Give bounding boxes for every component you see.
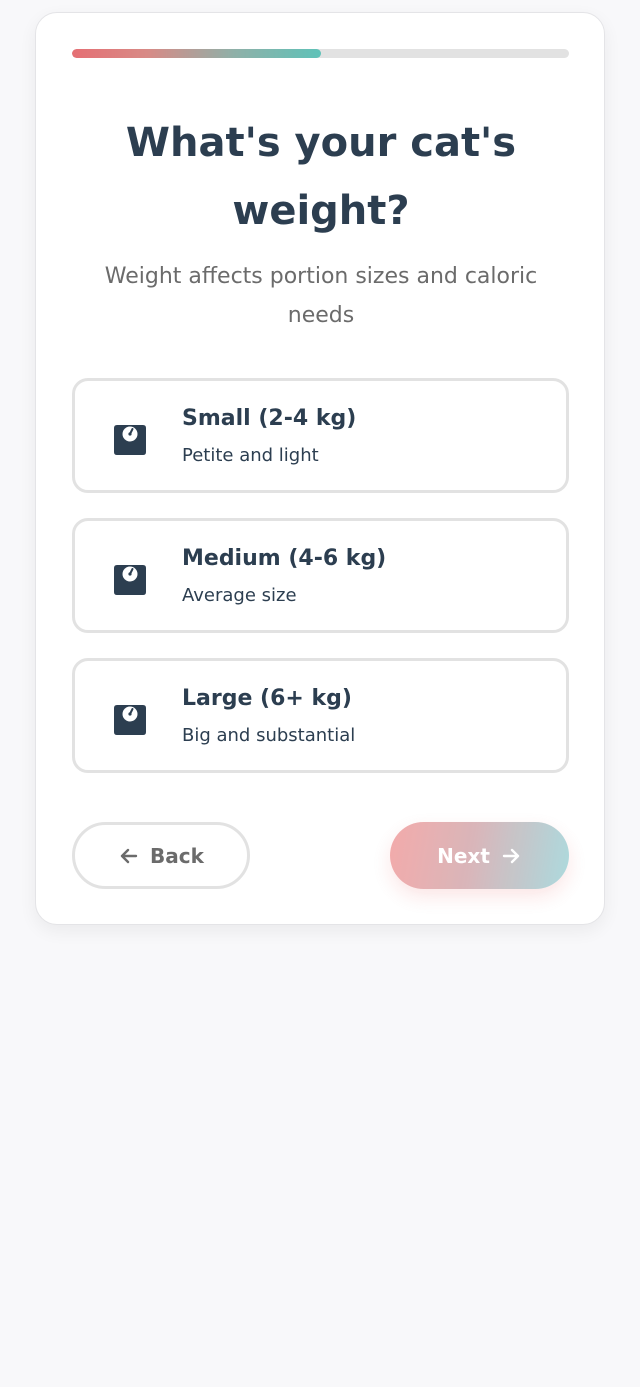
next-button-label: Next <box>437 843 490 868</box>
weight-scale-icon <box>114 425 146 455</box>
option-description: Big and substantial <box>182 725 356 746</box>
quiz-card: What's your cat's weight? Weight affects… <box>35 12 605 925</box>
option-large[interactable]: Large (6+ kg) Big and substantial <box>72 658 569 773</box>
option-label: Large (6+ kg) <box>182 686 352 711</box>
progress-bar <box>72 49 569 58</box>
option-medium[interactable]: Medium (4-6 kg) Average size <box>72 518 569 633</box>
arrow-right-icon <box>502 848 520 863</box>
back-button[interactable]: Back <box>72 822 250 889</box>
page-subtitle: Weight affects portion sizes and caloric… <box>104 264 538 328</box>
option-label: Small (2-4 kg) <box>182 406 357 431</box>
arrow-left-icon <box>120 848 138 863</box>
progress-fill <box>72 49 321 58</box>
option-small[interactable]: Small (2-4 kg) Petite and light <box>72 378 569 493</box>
back-button-label: Back <box>150 843 204 868</box>
next-button[interactable]: Next <box>390 822 569 889</box>
weight-scale-icon <box>114 705 146 735</box>
option-description: Average size <box>182 585 297 606</box>
weight-scale-icon <box>114 565 146 595</box>
option-description: Petite and light <box>182 445 319 466</box>
option-label: Medium (4-6 kg) <box>182 546 387 571</box>
page-title: What's your cat's weight? <box>125 120 517 234</box>
